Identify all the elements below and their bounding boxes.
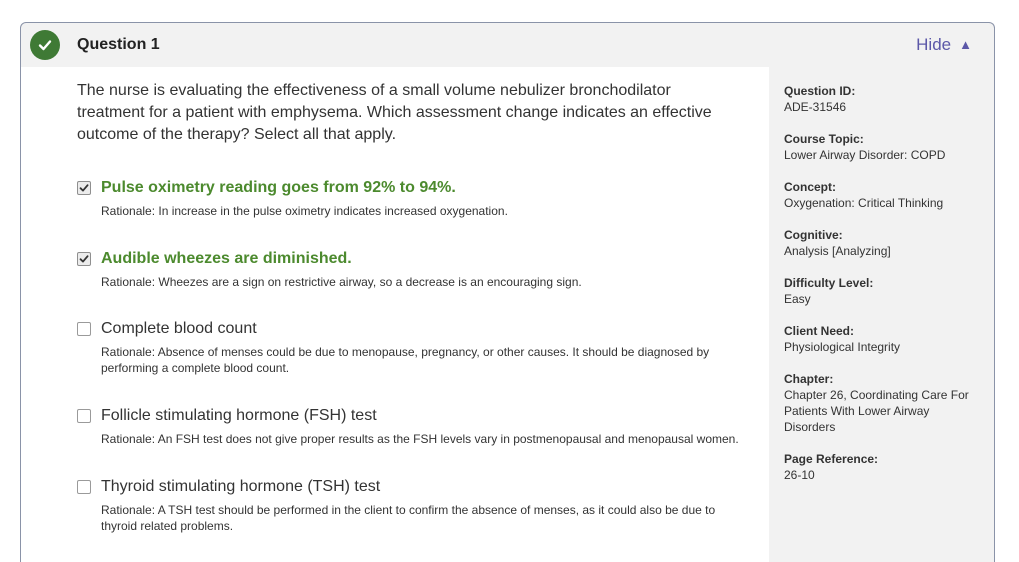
option-label: Thyroid stimulating hormone (TSH) test bbox=[101, 478, 381, 495]
hide-button[interactable]: Hide ▲ bbox=[916, 35, 972, 55]
option-label: Follicle stimulating hormone (FSH) test bbox=[101, 407, 377, 424]
meta-value: Analysis [Analyzing] bbox=[784, 244, 891, 258]
answer-option: Thyroid stimulating hormone (TSH) test R… bbox=[77, 478, 747, 534]
meta-difficulty: Difficulty Level: Easy bbox=[784, 275, 984, 307]
meta-value: Physiological Integrity bbox=[784, 340, 901, 354]
meta-key: Question ID: bbox=[784, 84, 856, 98]
hide-button-label: Hide bbox=[916, 35, 952, 54]
option-label: Pulse oximetry reading goes from 92% to … bbox=[101, 179, 456, 196]
option-rationale: Rationale: A TSH test should be performe… bbox=[101, 503, 716, 533]
meta-value: Easy bbox=[784, 292, 811, 306]
metadata-panel: Question ID: ADE-31546 Course Topic: Low… bbox=[784, 83, 984, 499]
question-header: Question 1 Hide ▲ bbox=[21, 23, 994, 67]
check-circle-icon bbox=[30, 30, 60, 60]
option-rationale: Rationale: In increase in the pulse oxim… bbox=[101, 204, 508, 218]
meta-value: Oxygenation: Critical Thinking bbox=[784, 196, 944, 210]
meta-key: Client Need: bbox=[784, 324, 855, 338]
meta-key: Concept: bbox=[784, 180, 836, 194]
option-checkbox[interactable] bbox=[77, 181, 91, 195]
meta-cognitive: Cognitive: Analysis [Analyzing] bbox=[784, 227, 984, 259]
option-rationale: Rationale: Absence of menses could be du… bbox=[101, 345, 710, 375]
question-stem: The nurse is evaluating the effectivenes… bbox=[77, 82, 712, 143]
checkmark-icon bbox=[79, 184, 89, 192]
answer-option: Audible wheezes are diminished. Rational… bbox=[77, 250, 747, 290]
meta-key: Difficulty Level: bbox=[784, 276, 874, 290]
answer-option: Pulse oximetry reading goes from 92% to … bbox=[77, 179, 747, 219]
option-rationale: Rationale: Wheezes are a sign on restric… bbox=[101, 275, 582, 289]
meta-value: ADE-31546 bbox=[784, 100, 847, 114]
meta-key: Page Reference: bbox=[784, 452, 879, 466]
checkmark-icon bbox=[79, 255, 89, 263]
answer-option: Complete blood count Rationale: Absence … bbox=[77, 320, 747, 376]
option-checkbox[interactable] bbox=[77, 322, 91, 336]
option-checkbox[interactable] bbox=[77, 252, 91, 266]
question-title: Question 1 bbox=[77, 36, 160, 53]
meta-value: Chapter 26, Coordinating Care For Patien… bbox=[784, 388, 969, 434]
meta-value: 26-10 bbox=[784, 468, 815, 482]
meta-client-need: Client Need: Physiological Integrity bbox=[784, 323, 984, 355]
answer-option: Follicle stimulating hormone (FSH) test … bbox=[77, 407, 747, 447]
meta-course-topic: Course Topic: Lower Airway Disorder: COP… bbox=[784, 131, 984, 163]
question-body: The nurse is evaluating the effectivenes… bbox=[21, 67, 769, 562]
meta-concept: Concept: Oxygenation: Critical Thinking bbox=[784, 179, 984, 211]
option-label: Audible wheezes are diminished. bbox=[101, 250, 352, 267]
meta-key: Chapter: bbox=[784, 372, 834, 386]
option-checkbox[interactable] bbox=[77, 480, 91, 494]
meta-question-id: Question ID: ADE-31546 bbox=[784, 83, 984, 115]
meta-key: Course Topic: bbox=[784, 132, 864, 146]
meta-value: Lower Airway Disorder: COPD bbox=[784, 148, 946, 162]
option-label: Complete blood count bbox=[101, 320, 257, 337]
meta-chapter: Chapter: Chapter 26, Coordinating Care F… bbox=[784, 371, 984, 435]
triangle-up-icon: ▲ bbox=[959, 36, 972, 52]
question-card: Question 1 Hide ▲ The nurse is evaluatin… bbox=[20, 22, 995, 562]
option-rationale: Rationale: An FSH test does not give pro… bbox=[101, 432, 739, 446]
meta-page-reference: Page Reference: 26-10 bbox=[784, 451, 984, 483]
meta-key: Cognitive: bbox=[784, 228, 843, 242]
option-checkbox[interactable] bbox=[77, 409, 91, 423]
